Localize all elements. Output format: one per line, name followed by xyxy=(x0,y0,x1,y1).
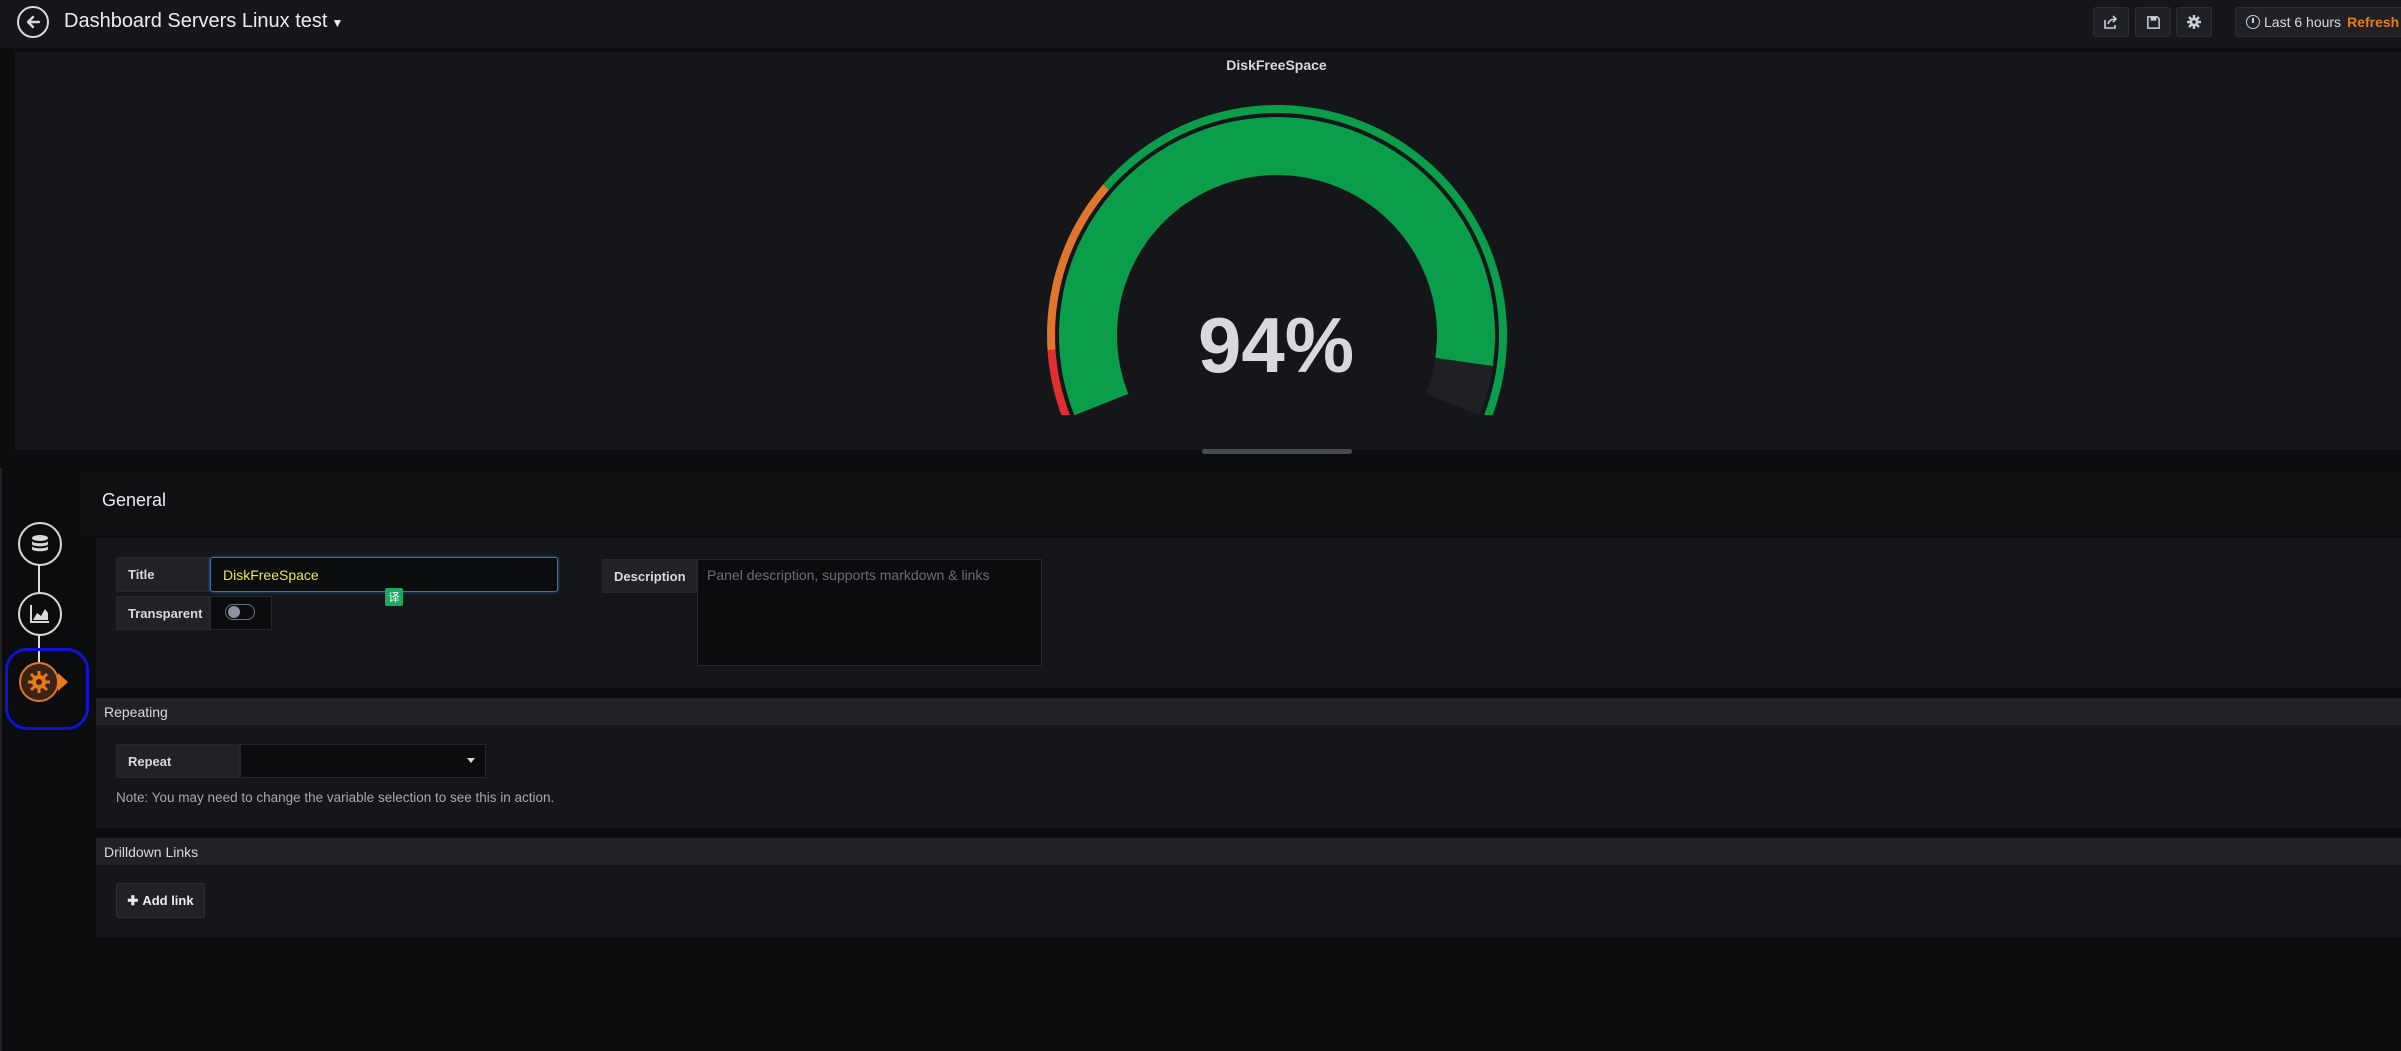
dashboard-settings-button[interactable] xyxy=(2176,7,2212,37)
back-arrow-icon xyxy=(26,15,41,29)
back-button[interactable] xyxy=(17,6,49,38)
repeat-label: Repeat xyxy=(116,744,240,778)
drilldown-section xyxy=(96,865,2401,937)
repeating-header: Repeating xyxy=(96,698,2401,725)
input-method-icon[interactable]: 译 xyxy=(385,588,403,606)
database-icon xyxy=(32,535,48,552)
clock-icon xyxy=(2246,15,2260,29)
share-button[interactable] xyxy=(2093,7,2129,37)
settings-icon xyxy=(2187,15,2201,29)
description-textarea[interactable]: Panel description, supports markdown & l… xyxy=(697,559,1042,666)
time-range-label: Last 6 hours xyxy=(2264,14,2342,30)
sidebar-item-queries[interactable] xyxy=(18,522,62,566)
panel-title[interactable]: DiskFreeSpace xyxy=(0,57,2401,73)
plus-icon: ✚ xyxy=(127,892,139,908)
sidebar-item-general[interactable] xyxy=(18,660,74,704)
dashboard-title[interactable]: Dashboard Servers Linux test ▼ xyxy=(64,10,343,33)
title-input[interactable]: DiskFreeSpace xyxy=(210,557,558,592)
general-heading: General xyxy=(102,490,167,510)
general-settings-icon xyxy=(19,662,68,702)
caret-down-icon: ▼ xyxy=(331,16,344,30)
description-label: Description xyxy=(602,559,697,593)
gauge-value: 94% xyxy=(1197,301,1355,389)
share-icon xyxy=(2104,15,2118,29)
repeat-select[interactable] xyxy=(240,744,486,778)
time-range-picker[interactable]: Last 6 hours Refresh e xyxy=(2235,7,2401,37)
sidebar-item-visualization[interactable] xyxy=(18,592,62,636)
description-placeholder: Panel description, supports markdown & l… xyxy=(707,567,990,583)
repeat-note: Note: You may need to change the variabl… xyxy=(116,790,555,805)
transparent-label: Transparent xyxy=(116,596,210,630)
add-link-button[interactable]: ✚ Add link xyxy=(116,883,205,918)
save-icon xyxy=(2146,15,2160,29)
caret-down-icon xyxy=(467,758,475,763)
title-input-value: DiskFreeSpace xyxy=(223,566,319,583)
save-dashboard-button[interactable] xyxy=(2135,7,2171,37)
gauge-remaining-arc xyxy=(1425,357,1493,415)
refresh-label[interactable]: Refresh e xyxy=(2347,14,2401,30)
drilldown-header: Drilldown Links xyxy=(96,838,2401,865)
add-link-label: Add link xyxy=(142,893,194,908)
dashboard-title-text: Dashboard Servers Linux test xyxy=(64,10,328,32)
top-navbar xyxy=(0,0,2401,48)
general-header xyxy=(80,472,2401,536)
drilldown-heading: Drilldown Links xyxy=(104,843,199,860)
area-chart-icon xyxy=(30,605,49,623)
transparent-toggle-knob xyxy=(228,606,240,618)
title-label: Title xyxy=(116,557,210,592)
repeating-heading: Repeating xyxy=(104,703,168,720)
panel-resize-handle[interactable] xyxy=(1202,449,1352,454)
